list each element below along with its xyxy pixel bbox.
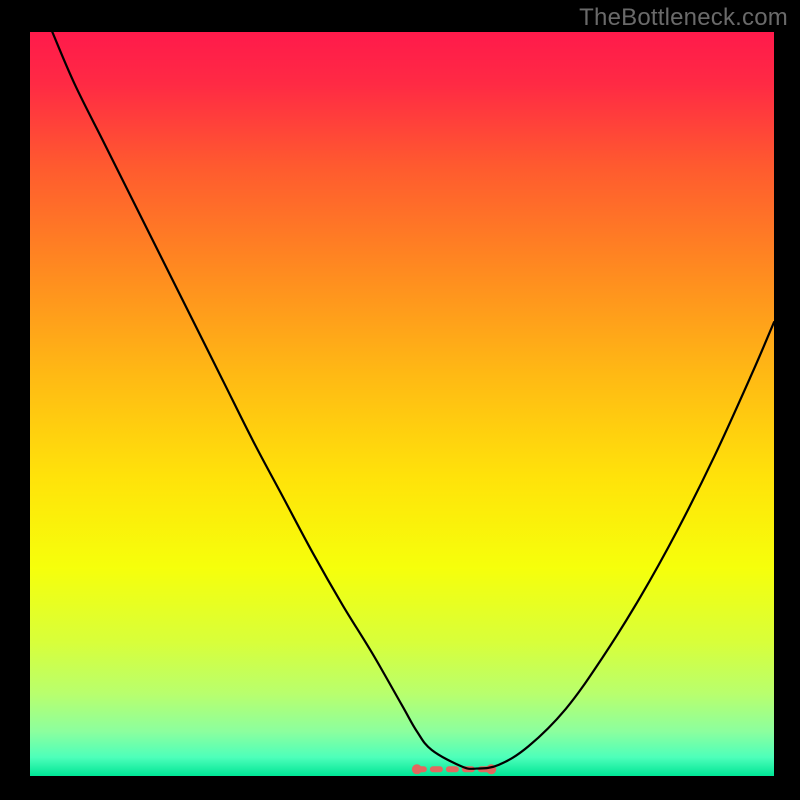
- gradient-background: [30, 32, 774, 776]
- plot-area: [30, 32, 774, 776]
- min-segment-start-dot: [412, 764, 422, 774]
- chart-frame: TheBottleneck.com: [0, 0, 800, 800]
- bottleneck-chart: [30, 32, 774, 776]
- attribution-text: TheBottleneck.com: [579, 4, 788, 32]
